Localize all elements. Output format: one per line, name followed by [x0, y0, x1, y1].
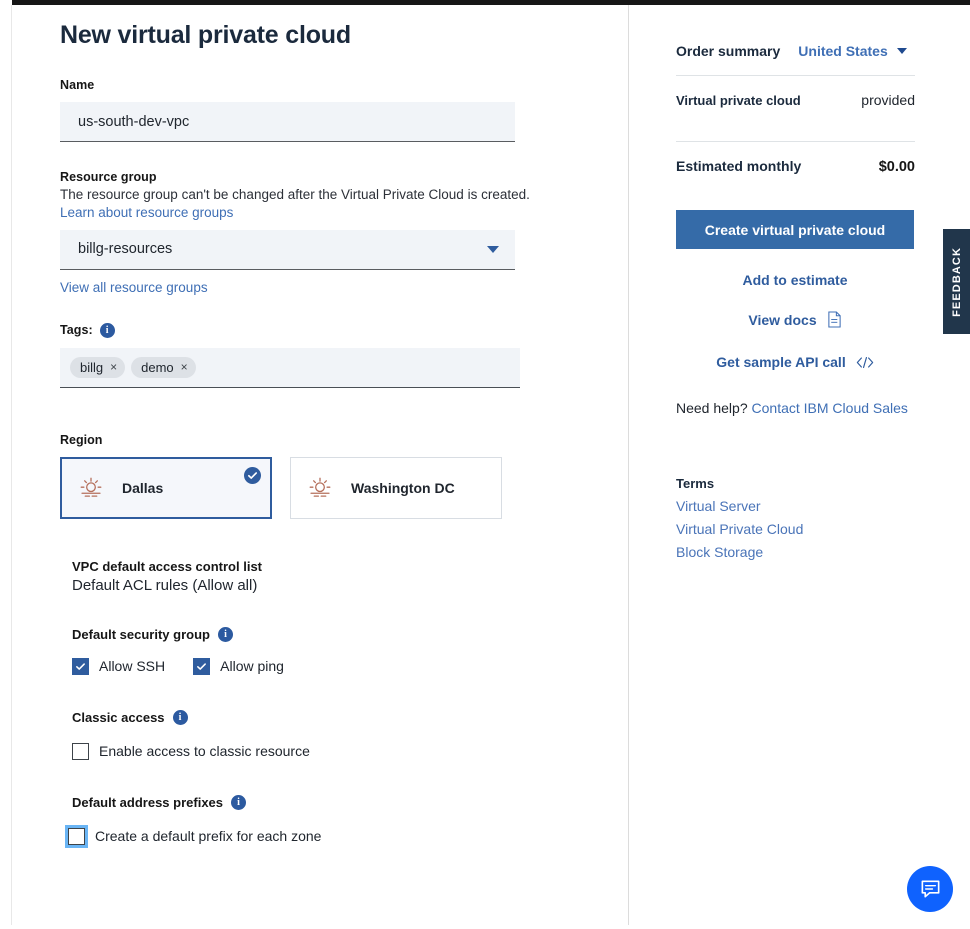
tags-label: Tags: — [60, 323, 93, 338]
tag-pill[interactable]: billg × — [70, 356, 126, 378]
acl-heading: VPC default access control list — [72, 558, 263, 574]
page-title: New virtual private cloud — [60, 21, 351, 49]
resource-group-label: Resource group — [60, 170, 157, 184]
acl-value: Default ACL rules (Allow all) — [72, 576, 258, 594]
view-all-resource-groups-link[interactable]: View all resource groups — [60, 280, 582, 295]
region-group: Region Dallas Washington DC — [60, 433, 582, 519]
tag-label: demo — [141, 359, 174, 375]
resource-group-group: Resource group The resource group can't … — [60, 170, 582, 295]
vpc-creation-page: New virtual private cloud Name us-south-… — [0, 0, 970, 929]
address-prefixes-group: Default address prefixes i Create a defa… — [60, 794, 582, 848]
region-name: Dallas — [122, 479, 164, 496]
name-label: Name — [60, 78, 95, 92]
need-help-prefix: Need help? — [676, 400, 748, 416]
summary-line-item-value: provided — [861, 92, 915, 108]
add-to-estimate-label: Add to estimate — [742, 272, 848, 288]
checkbox-box — [65, 824, 88, 848]
country-selector[interactable]: United States — [798, 43, 907, 59]
feedback-tab-label: FEEDBACK — [950, 246, 963, 317]
sunrise-icon — [309, 477, 331, 497]
feedback-tab[interactable]: FEEDBACK — [943, 229, 970, 334]
tag-pill[interactable]: demo × — [131, 356, 196, 378]
address-prefixes-heading-text: Default address prefixes — [72, 794, 224, 810]
region-name: Washington DC — [351, 479, 455, 496]
checkbox-create-default-prefix[interactable]: Create a default prefix for each zone — [65, 824, 322, 848]
chat-button[interactable] — [907, 866, 953, 912]
add-to-estimate-button[interactable]: Add to estimate — [676, 272, 914, 288]
contact-sales-link[interactable]: Contact IBM Cloud Sales — [752, 400, 908, 416]
security-group-heading: Default security group i — [72, 626, 582, 642]
order-summary-title: Order summary — [676, 43, 781, 59]
resource-group-select[interactable]: billg-resources — [60, 229, 515, 270]
summary-total-label: Estimated monthly — [676, 158, 802, 174]
order-summary-header: Order summary United States — [676, 43, 915, 59]
name-input[interactable]: us-south-dev-vpc — [60, 102, 515, 142]
code-icon — [856, 356, 873, 368]
info-icon[interactable]: i — [172, 709, 188, 725]
country-selector-value: United States — [798, 43, 888, 59]
checkbox-box — [72, 657, 89, 675]
checkbox-box — [193, 657, 211, 675]
chat-bubble-icon — [921, 880, 939, 898]
resource-group-selected-value: billg-resources — [78, 241, 173, 258]
checkbox-allow-ssh[interactable]: Allow SSH — [72, 657, 166, 675]
checkbox-allow-ping[interactable]: Allow ping — [193, 657, 284, 675]
terms-link-virtual-private-cloud[interactable]: Virtual Private Cloud — [676, 521, 915, 537]
security-group-group: Default security group i Allow SSH Allow… — [60, 626, 582, 675]
terms-section: Terms Virtual Server Virtual Private Clo… — [676, 476, 915, 560]
region-card-dallas[interactable]: Dallas — [60, 456, 272, 519]
checkmark-icon — [197, 663, 207, 670]
sunrise-icon — [80, 477, 102, 497]
chevron-down-icon — [896, 48, 907, 54]
resource-group-helper: The resource group can't be changed afte… — [60, 187, 530, 202]
learn-about-resource-groups-link[interactable]: Learn about resource groups — [60, 205, 233, 220]
tags-group: Tags: i billg × demo × — [60, 322, 582, 388]
classic-access-heading: Classic access i — [72, 709, 582, 725]
region-card-washington-dc[interactable]: Washington DC — [290, 456, 502, 519]
need-help-text: Need help? Contact IBM Cloud Sales — [676, 400, 915, 416]
terms-title: Terms — [676, 476, 715, 491]
summary-line-item-label: Virtual private cloud — [676, 93, 801, 108]
summary-total-value: $0.00 — [878, 159, 915, 175]
summary-line-item: Virtual private cloud provided — [676, 76, 915, 125]
checkmark-icon — [76, 663, 85, 670]
classic-access-heading-text: Classic access — [72, 709, 165, 725]
close-icon[interactable]: × — [110, 361, 117, 373]
close-icon[interactable]: × — [181, 361, 188, 373]
checkbox-enable-classic-access[interactable]: Enable access to classic resource — [72, 742, 310, 760]
order-summary-panel: Order summary United States Virtual priv… — [630, 5, 970, 929]
checkmark-icon — [244, 466, 261, 484]
checkbox-label: Allow ping — [220, 658, 284, 675]
view-docs-label: View docs — [748, 311, 817, 328]
tags-input[interactable]: billg × demo × — [60, 347, 520, 388]
terms-link-block-storage[interactable]: Block Storage — [676, 544, 915, 560]
checkbox-label: Enable access to classic resource — [99, 743, 310, 760]
vpc-form-panel: New virtual private cloud Name us-south-… — [11, 5, 629, 925]
address-prefixes-heading: Default address prefixes i — [72, 794, 582, 810]
acl-group: VPC default access control list Default … — [60, 559, 582, 594]
api-call-label: Get sample API call — [716, 354, 846, 370]
summary-total-row: Estimated monthly $0.00 — [676, 142, 915, 192]
region-label: Region — [60, 432, 103, 447]
create-vpc-button[interactable]: Create virtual private cloud — [676, 210, 914, 249]
info-icon[interactable]: i — [217, 626, 233, 642]
checkbox-label: Allow SSH — [99, 658, 166, 675]
classic-access-group: Classic access i Enable access to classi… — [60, 709, 582, 760]
checkbox-box — [72, 742, 89, 760]
chevron-down-icon — [487, 245, 499, 253]
name-field-group: Name us-south-dev-vpc — [60, 78, 582, 142]
info-icon[interactable]: i — [231, 794, 247, 810]
get-sample-api-call-link[interactable]: Get sample API call — [676, 354, 914, 370]
terms-link-virtual-server[interactable]: Virtual Server — [676, 498, 915, 514]
view-docs-link[interactable]: View docs — [676, 311, 914, 328]
security-group-heading-text: Default security group — [72, 626, 210, 642]
tag-label: billg — [80, 359, 104, 375]
checkbox-label: Create a default prefix for each zone — [95, 828, 322, 845]
document-icon — [827, 311, 841, 328]
info-icon[interactable]: i — [99, 322, 115, 338]
